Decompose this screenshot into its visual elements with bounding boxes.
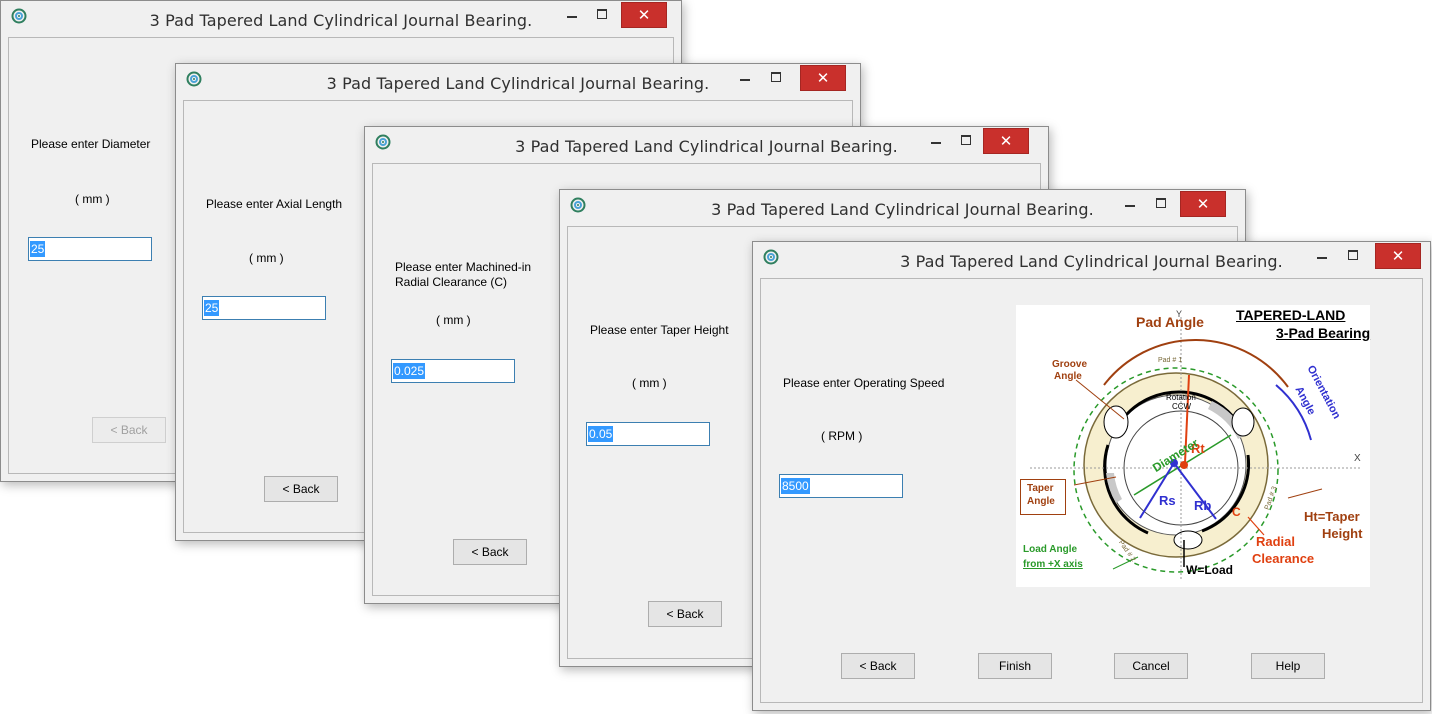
title-bar[interactable]: 3 Pad Tapered Land Cylindrical Journal B… [753, 242, 1430, 278]
close-icon[interactable]: ✕ [1180, 191, 1226, 217]
rs-label: Rs [1159, 493, 1176, 508]
unit-label: ( mm ) [249, 251, 284, 265]
unit-label: ( mm ) [436, 313, 471, 327]
finish-button[interactable]: Finish [978, 653, 1052, 679]
maximize-icon[interactable] [762, 64, 790, 92]
title-bar[interactable]: 3 Pad Tapered Land Cylindrical Journal B… [1, 1, 681, 37]
back-button[interactable]: < Back [648, 601, 722, 627]
rotation-label-1: Rotation [1166, 393, 1196, 402]
taper-height-input[interactable]: 0.05 [586, 422, 710, 446]
prompt-label: Please enter Diameter [31, 137, 151, 151]
maximize-icon[interactable] [588, 1, 616, 29]
title-bar[interactable]: 3 Pad Tapered Land Cylindrical Journal B… [560, 190, 1245, 226]
radial-clearance-label-2: Clearance [1252, 551, 1315, 566]
load-label: W=Load [1186, 563, 1233, 577]
ht-label-2: Height [1322, 526, 1363, 541]
title-bar[interactable]: 3 Pad Tapered Land Cylindrical Journal B… [176, 64, 860, 100]
y-axis-label: Y [1176, 309, 1183, 319]
rb-label: Rb [1194, 498, 1212, 513]
unit-label: ( mm ) [75, 192, 110, 206]
maximize-icon[interactable] [1147, 190, 1175, 218]
minimize-icon[interactable] [1308, 242, 1336, 270]
close-icon[interactable]: ✕ [800, 65, 846, 91]
back-button[interactable]: < Back [92, 417, 166, 443]
wizard-window-operating-speed: 3 Pad Tapered Land Cylindrical Journal B… [752, 241, 1431, 711]
load-angle-label-2: from +X axis [1023, 559, 1083, 570]
minimize-icon[interactable] [1116, 190, 1144, 218]
maximize-icon[interactable] [952, 127, 980, 155]
prompt-label: Please enter Operating Speed [783, 376, 945, 390]
load-angle-label-1: Load Angle [1023, 544, 1078, 555]
close-icon[interactable]: ✕ [983, 128, 1029, 154]
minimize-icon[interactable] [922, 127, 950, 155]
close-icon[interactable]: ✕ [621, 2, 667, 28]
x-axis-label: X [1354, 453, 1361, 464]
operating-speed-input[interactable]: 8500 [779, 474, 903, 498]
minimize-icon[interactable] [731, 64, 759, 92]
pad-angle-label: Pad Angle [1136, 314, 1204, 330]
help-button[interactable]: Help [1251, 653, 1325, 679]
ht-label-1: Ht=Taper [1304, 509, 1360, 524]
radial-clearance-label-1: Radial [1256, 534, 1296, 549]
back-button[interactable]: < Back [264, 476, 338, 502]
close-icon[interactable]: ✕ [1375, 243, 1421, 269]
groove-angle-label-2: Angle [1054, 371, 1082, 382]
diagram-title-1: TAPERED-LAND [1236, 307, 1346, 323]
input-value: 0.05 [588, 426, 614, 442]
back-button[interactable]: < Back [453, 539, 527, 565]
c-label: C [1232, 505, 1241, 519]
input-value: 25 [30, 241, 46, 257]
input-value: 25 [204, 300, 220, 316]
taper-angle-box: Taper Angle [1020, 479, 1066, 515]
groove-angle-label-1: Groove [1052, 359, 1088, 370]
minimize-icon[interactable] [558, 1, 586, 29]
prompt-label: Please enter Taper Height [590, 323, 729, 337]
back-button[interactable]: < Back [841, 653, 915, 679]
prompt-label-line2: Radial Clearance (C) [395, 275, 508, 289]
pad-1-label: Pad # 1 [1158, 357, 1183, 364]
rotation-label-2: CCW [1172, 402, 1192, 411]
title-bar[interactable]: 3 Pad Tapered Land Cylindrical Journal B… [365, 127, 1048, 163]
maximize-icon[interactable] [1339, 242, 1367, 270]
bearing-diagram: TAPERED-LAND 3-Pad Bearing Pad Angle Y X… [1016, 305, 1370, 587]
radial-clearance-input[interactable]: 0.025 [391, 359, 515, 383]
taper-angle-label-2: Angle [1027, 496, 1055, 507]
wizard-page: Please enter Operating Speed ( RPM ) 850… [760, 278, 1423, 703]
diagram-title-2: 3-Pad Bearing [1276, 325, 1371, 341]
input-value: 0.025 [393, 363, 426, 379]
axial-length-input[interactable]: 25 [202, 296, 326, 320]
taper-angle-label-1: Taper [1027, 483, 1054, 494]
prompt-label-line1: Please enter Machined-in [395, 260, 532, 274]
input-value: 8500 [781, 478, 810, 494]
prompt-label: Please enter Axial Length [206, 197, 343, 211]
unit-label: ( RPM ) [821, 429, 863, 443]
cancel-button[interactable]: Cancel [1114, 653, 1188, 679]
unit-label: ( mm ) [632, 376, 667, 390]
diameter-input[interactable]: 25 [28, 237, 152, 261]
